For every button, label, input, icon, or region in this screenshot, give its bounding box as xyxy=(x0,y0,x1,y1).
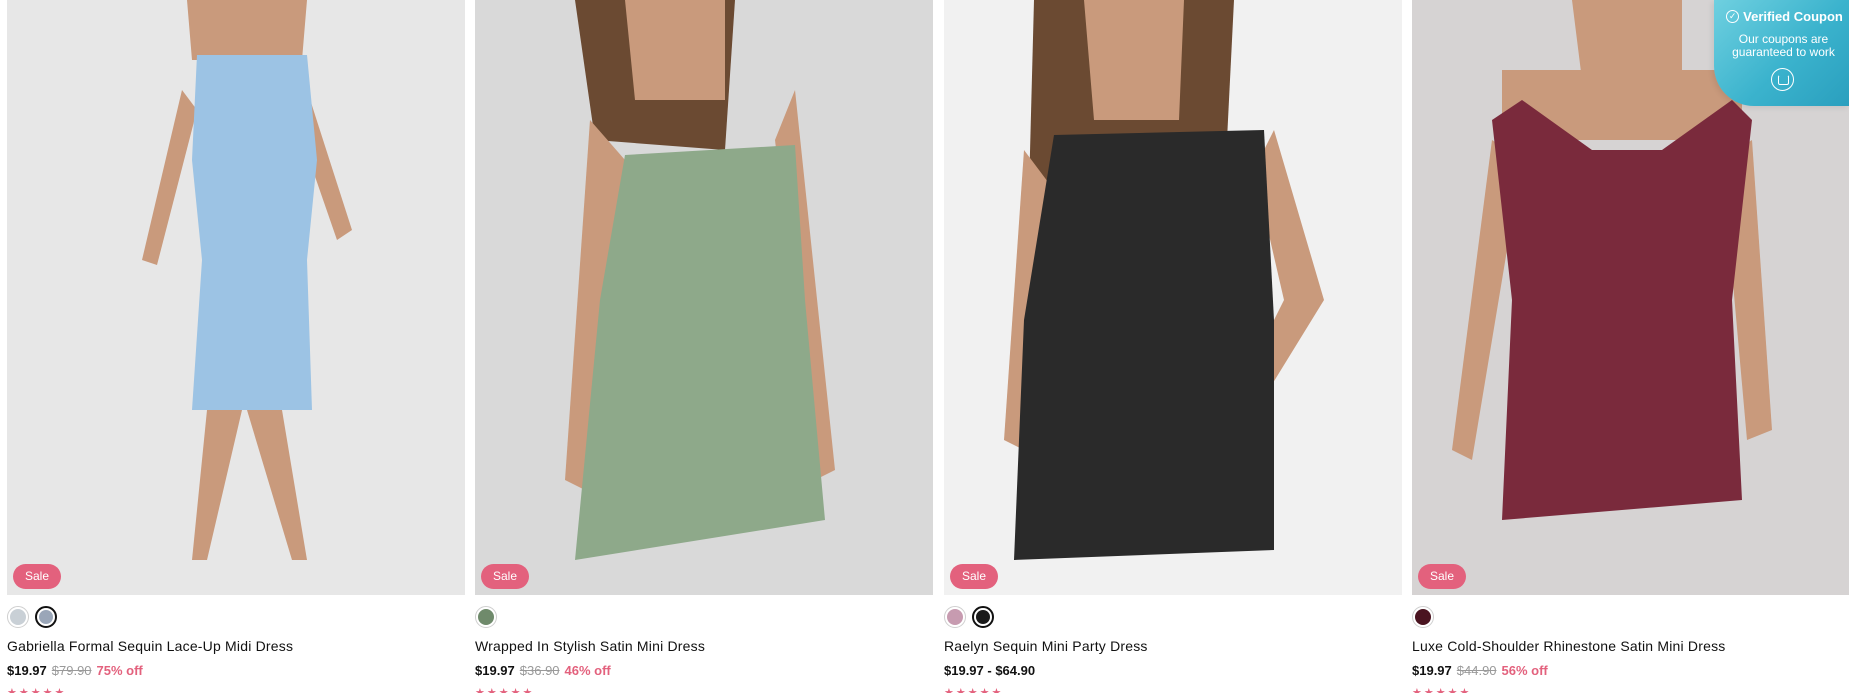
coupon-logo-icon xyxy=(1770,68,1794,91)
color-swatch[interactable] xyxy=(944,606,966,628)
product-prices: $19.97 $79.90 75% off xyxy=(7,663,143,678)
product-photo xyxy=(475,0,933,595)
color-swatches xyxy=(7,606,57,628)
product-prices: $19.97 $44.90 56% off xyxy=(1412,663,1548,678)
original-price: $44.90 xyxy=(1456,663,1497,678)
color-swatches xyxy=(944,606,994,628)
sale-price: $19.97 xyxy=(1412,663,1452,678)
discount-percent: 56% off xyxy=(1501,663,1548,678)
coupon-header: ✓ Verified Coupon xyxy=(1724,9,1845,24)
rating-stars: ★★★★★ xyxy=(7,687,67,693)
product-photo xyxy=(944,0,1402,595)
sale-badge: Sale xyxy=(1418,564,1467,589)
color-swatch[interactable] xyxy=(35,606,57,628)
product-image[interactable]: Sale xyxy=(944,0,1402,595)
swatch-color xyxy=(39,610,53,624)
product-photo xyxy=(7,0,465,595)
swatch-color xyxy=(976,610,990,624)
color-swatch[interactable] xyxy=(1412,606,1434,628)
color-swatches xyxy=(475,606,497,628)
original-price: $36.90 xyxy=(519,663,560,678)
original-price: $79.90 xyxy=(51,663,92,678)
product-image[interactable]: Sale xyxy=(7,0,465,595)
product-title[interactable]: Gabriella Formal Sequin Lace-Up Midi Dre… xyxy=(7,638,293,654)
sale-price: $19.97 xyxy=(7,663,47,678)
color-swatch[interactable] xyxy=(475,606,497,628)
product-card[interactable]: Sale Gabriella Formal Sequin Lace-Up Mid… xyxy=(7,0,465,693)
swatch-color xyxy=(947,609,963,625)
swatch-color xyxy=(478,609,494,625)
sale-badge: Sale xyxy=(481,564,530,589)
product-image[interactable]: Sale xyxy=(475,0,933,595)
verified-coupon-widget[interactable]: ✓ Verified Coupon Our coupons are guaran… xyxy=(1714,0,1849,106)
discount-percent: 75% off xyxy=(96,663,143,678)
product-prices: $19.97 $36.90 46% off xyxy=(475,663,611,678)
swatch-color xyxy=(10,609,26,625)
swatch-color xyxy=(1415,609,1431,625)
product-grid: Sale Gabriella Formal Sequin Lace-Up Mid… xyxy=(0,0,1849,693)
product-title[interactable]: Luxe Cold-Shoulder Rhinestone Satin Mini… xyxy=(1412,638,1725,654)
sale-price: $19.97 - $64.90 xyxy=(944,663,1036,678)
color-swatch[interactable] xyxy=(7,606,29,628)
product-card[interactable]: Sale Wrapped In Stylish Satin Mini Dress… xyxy=(475,0,933,693)
discount-percent: 46% off xyxy=(564,663,611,678)
product-prices: $19.97 - $64.90 xyxy=(944,663,1035,678)
sale-badge: Sale xyxy=(950,564,999,589)
rating-stars: ★★★★★ xyxy=(1412,687,1472,693)
rating-stars: ★★★★★ xyxy=(475,687,535,693)
coupon-subtitle: Our coupons are guaranteed to work xyxy=(1732,32,1835,59)
sale-badge: Sale xyxy=(13,564,62,589)
product-card[interactable]: Sale Raelyn Sequin Mini Party Dress $19.… xyxy=(944,0,1402,693)
color-swatch[interactable] xyxy=(972,606,994,628)
sale-price: $19.97 xyxy=(475,663,515,678)
coupon-title: Verified Coupon xyxy=(1743,9,1843,24)
rating-stars: ★★★★★ xyxy=(944,687,1004,693)
product-title[interactable]: Wrapped In Stylish Satin Mini Dress xyxy=(475,638,705,654)
check-circle-icon: ✓ xyxy=(1726,10,1740,23)
color-swatches xyxy=(1412,606,1434,628)
product-title[interactable]: Raelyn Sequin Mini Party Dress xyxy=(944,638,1148,654)
